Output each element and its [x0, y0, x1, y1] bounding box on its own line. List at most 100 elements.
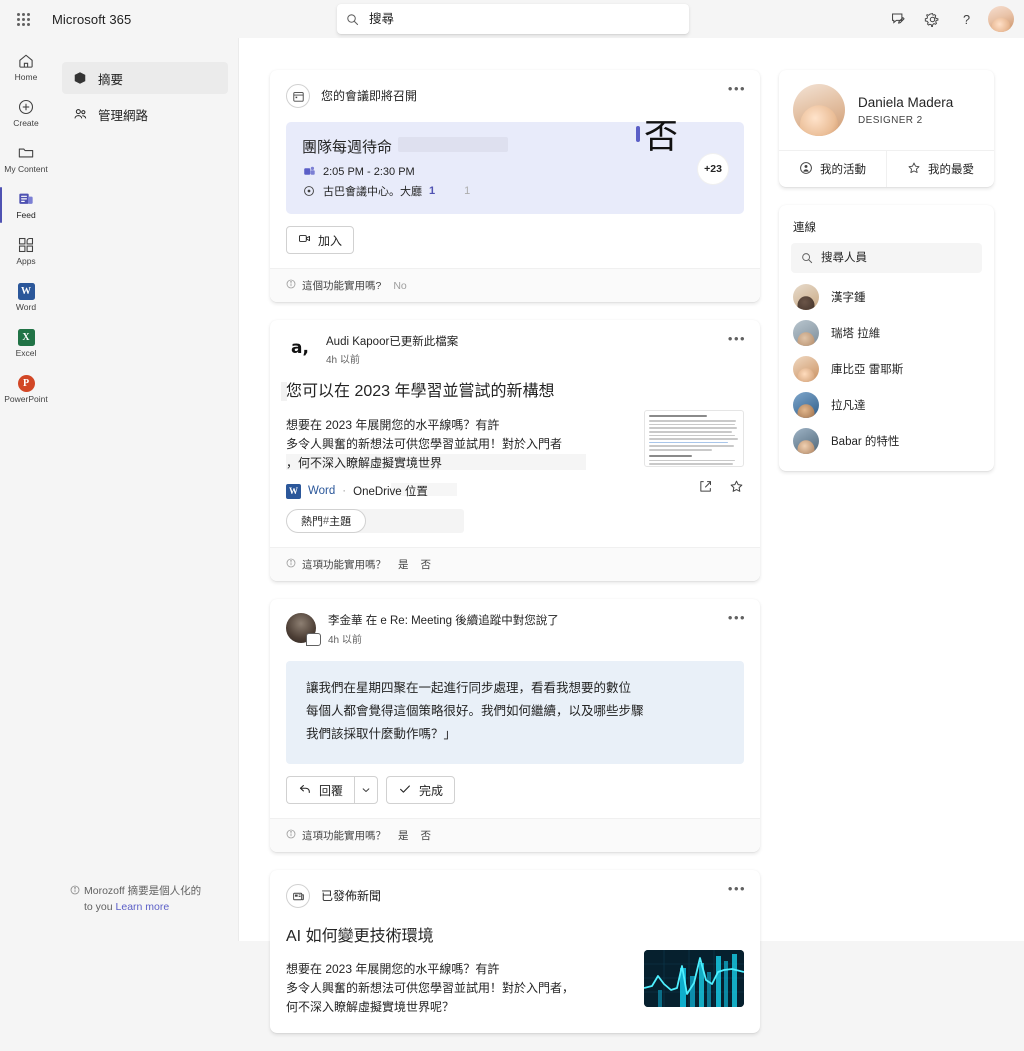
- feedback-option-yes[interactable]: 是: [398, 828, 409, 843]
- global-search[interactable]: [337, 4, 689, 34]
- right-column: Daniela Madera DESIGNER 2 我的活動 我的最愛 連線 搜…: [779, 70, 994, 489]
- tag-text: 主題: [329, 516, 352, 528]
- app-launcher-icon[interactable]: [4, 0, 42, 38]
- personalization-text-2: to you: [84, 901, 113, 913]
- sidebar-item-label: 管理網路: [98, 108, 149, 123]
- person-avatar: [793, 320, 819, 346]
- list-item[interactable]: Babar 的特性: [779, 423, 994, 459]
- news-card: 已發佈新聞 ••• AI 如何變更技術環境 想要在 2023 年展開您的水平線嗎…: [270, 870, 760, 1033]
- avatar[interactable]: [793, 84, 845, 136]
- list-item[interactable]: 漢字鍾: [779, 279, 994, 315]
- document-title-text: 您可以在 2023 年學習並嘗試的新構想: [286, 383, 555, 400]
- my-activity-button[interactable]: 我的活動: [779, 151, 887, 187]
- cube-icon: [72, 71, 88, 85]
- personalization-footer: Morozoff 摘要是個人化的 to you Learn more: [70, 884, 230, 915]
- feedback-option-yes[interactable]: 是: [398, 557, 409, 572]
- rail-label: Word: [15, 302, 37, 312]
- redacted-block: [286, 454, 586, 470]
- document-body: 您可以在 2023 年學習並嘗試的新構想 想要在 2023 年展開您的水平線嗎？…: [270, 366, 760, 473]
- join-meeting-button[interactable]: 加入: [286, 226, 355, 254]
- thread-name[interactable]: e Re: Meeting: [380, 615, 452, 627]
- people-search-input[interactable]: [821, 243, 975, 273]
- share-icon[interactable]: [698, 479, 713, 494]
- sidebar-item-summary[interactable]: 摘要: [62, 62, 228, 94]
- my-favorites-label: 我的最愛: [928, 164, 974, 176]
- meeting-card: 您的會議即將召開 ••• 團隊每週待命 2:05 PM - 2:30 PM 古巴…: [270, 70, 760, 302]
- actor-avatar[interactable]: a,: [286, 334, 314, 362]
- feedback-bar: 這個功能實用嗎? No: [270, 268, 760, 302]
- rail-label: My Content: [4, 164, 48, 174]
- news-summary: 想要在 2023 年展開您的水平線嗎？有許 多令人興奮的新想法可供您學習並試用！…: [286, 960, 636, 1017]
- feedback-option-no[interactable]: 否: [421, 557, 432, 572]
- rail-item-feed[interactable]: Feed: [0, 182, 52, 228]
- profile-actions: 我的活動 我的最愛: [779, 150, 994, 187]
- redacted-block: [391, 483, 457, 496]
- feedback-option-no[interactable]: 否: [421, 828, 432, 843]
- learn-more-link[interactable]: Learn more: [116, 901, 170, 913]
- document-thumbnail[interactable]: [644, 410, 744, 467]
- rail-item-excel[interactable]: X Excel: [0, 320, 52, 366]
- actor-name[interactable]: 李金華: [328, 615, 363, 627]
- feedback-question: 這項功能實用嗎？: [302, 830, 386, 842]
- rail-label: Excel: [15, 348, 37, 358]
- excel-icon: X: [17, 327, 35, 347]
- document-title[interactable]: 您可以在 2023 年學習並嘗試的新構想: [281, 380, 744, 404]
- rail-item-word[interactable]: W Word: [0, 274, 52, 320]
- card-header: a, Audi Kapoor已更新此檔案 4h 以前 •••: [270, 320, 760, 366]
- rsvp-bar: [636, 126, 640, 142]
- list-item[interactable]: 庫比亞 雷耶斯: [779, 351, 994, 387]
- rail-item-create[interactable]: Create: [0, 90, 52, 136]
- star-icon[interactable]: [729, 479, 744, 494]
- info-icon: [70, 884, 80, 900]
- redacted-block: [281, 382, 287, 401]
- more-options-icon[interactable]: •••: [726, 82, 748, 102]
- list-item[interactable]: 瑞塔 拉維: [779, 315, 994, 351]
- quoted-message: 讓我們在星期四聚在一起進行同步處理，看看我想要的數位 每個人都會覺得這個策略很好…: [286, 661, 744, 764]
- more-options-icon[interactable]: •••: [726, 611, 748, 631]
- list-item[interactable]: 拉凡達: [779, 387, 994, 423]
- sidebar-item-label: 摘要: [98, 72, 124, 87]
- feedback-option-no[interactable]: No: [393, 280, 406, 292]
- mention-meta: 李金華 在 e Re: Meeting 後續追蹤中對您說了 4h 以前: [328, 613, 559, 646]
- news-title[interactable]: AI 如何變更技術環境: [286, 926, 744, 948]
- attendee-overflow-badge[interactable]: +23: [698, 154, 728, 184]
- rail-item-powerpoint[interactable]: P PowerPoint: [0, 366, 52, 412]
- topbar-actions: ?: [882, 0, 1018, 38]
- settings-gear-icon[interactable]: [916, 3, 948, 35]
- word-icon: W: [286, 483, 301, 499]
- chevron-down-icon[interactable]: [354, 776, 379, 804]
- profile-card: Daniela Madera DESIGNER 2 我的活動 我的最愛: [779, 70, 994, 187]
- help-icon[interactable]: ?: [950, 3, 982, 35]
- connections-card: 連線 漢字鍾 瑞塔 拉維 庫比亞 雷耶斯: [779, 205, 994, 471]
- my-favorites-button[interactable]: 我的最愛: [887, 151, 994, 187]
- rail-item-home[interactable]: Home: [0, 44, 52, 90]
- reply-button[interactable]: 回覆: [286, 776, 355, 804]
- content-divider: [238, 38, 239, 941]
- meeting-location-row: 古巴會議中心。大廳 1 1: [302, 183, 728, 199]
- avatar[interactable]: [988, 6, 1014, 32]
- meeting-time: 2:05 PM - 2:30 PM: [323, 165, 415, 178]
- meeting-details[interactable]: 團隊每週待命 2:05 PM - 2:30 PM 古巴會議中心。大廳 1 1 否…: [286, 120, 744, 214]
- rail-item-apps[interactable]: Apps: [0, 228, 52, 274]
- source-location: OneDrive 位置: [353, 483, 428, 499]
- meeting-title-text: 團隊每週待命: [302, 139, 393, 156]
- profile-header: Daniela Madera DESIGNER 2: [779, 70, 994, 150]
- actor-name[interactable]: Audi Kapoor: [326, 336, 389, 348]
- feedback-icon[interactable]: [882, 3, 914, 35]
- person-avatar[interactable]: [286, 613, 321, 646]
- more-options-icon[interactable]: •••: [726, 882, 748, 902]
- person-avatar: [793, 392, 819, 418]
- topic-tag[interactable]: 熱門 # 主題: [286, 509, 367, 533]
- people-search[interactable]: [791, 243, 982, 273]
- more-options-icon[interactable]: •••: [726, 332, 748, 352]
- news-thumbnail[interactable]: [644, 950, 744, 1007]
- quote-line: 每個人都會覺得這個策略很好。我們如何繼續，以及哪些步驟: [306, 704, 644, 718]
- brand-title[interactable]: Microsoft 365: [52, 12, 131, 27]
- mention-card: 李金華 在 e Re: Meeting 後續追蹤中對您說了 4h 以前 ••• …: [270, 599, 760, 852]
- rail-item-my-content[interactable]: My Content: [0, 136, 52, 182]
- source-app-name[interactable]: Word: [308, 485, 335, 497]
- person-avatar: [793, 428, 819, 454]
- sidebar-item-manage-network[interactable]: 管理網路: [62, 98, 228, 130]
- done-button[interactable]: 完成: [386, 776, 456, 804]
- search-input[interactable]: [367, 4, 689, 34]
